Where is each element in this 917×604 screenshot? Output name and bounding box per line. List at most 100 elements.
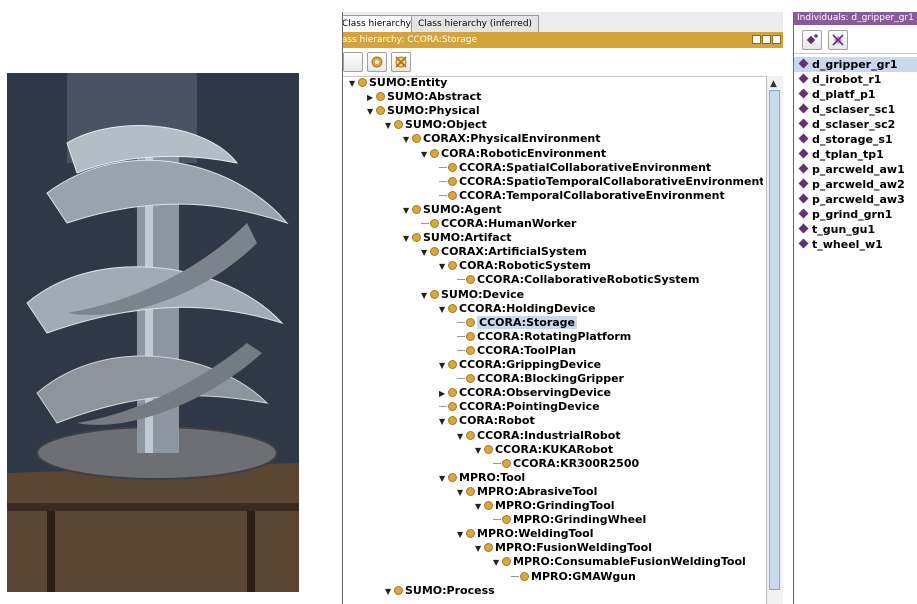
- class-label: CCORA:BlockingGripper: [477, 372, 624, 386]
- class-tree-row[interactable]: ▼ SUMO:Agent: [403, 203, 502, 217]
- class-tree-row[interactable]: ▼ MPRO:AbrasiveTool: [457, 485, 597, 499]
- individual-item[interactable]: p_arcweld_aw3: [794, 192, 917, 207]
- expand-arrow-icon[interactable]: ▼: [475, 542, 483, 556]
- delete-class-button[interactable]: [391, 52, 411, 72]
- class-tree-row[interactable]: CCORA:RotatingPlatform: [457, 330, 631, 344]
- expand-arrow-icon[interactable]: ▼: [475, 444, 483, 458]
- individual-item[interactable]: p_grind_grn1: [794, 207, 917, 222]
- individual-item[interactable]: t_wheel_w1: [794, 237, 917, 252]
- class-tree-row[interactable]: ▼ MPRO:Tool: [439, 471, 525, 485]
- add-sibling-class-button[interactable]: [367, 52, 387, 72]
- class-tree-row[interactable]: ▼ SUMO:Object: [385, 118, 487, 132]
- class-tree-row[interactable]: CCORA:CollaborativeRoboticSystem: [457, 273, 699, 287]
- close-view-icon[interactable]: [772, 35, 781, 44]
- class-tree-row[interactable]: ▶ SUMO:Abstract: [367, 90, 481, 104]
- class-tree-row[interactable]: ▼ MPRO:FusionWeldingTool: [475, 541, 652, 555]
- add-subclass-button[interactable]: [343, 52, 363, 72]
- class-tree-scrollbar[interactable]: ▲: [766, 76, 783, 604]
- class-tree-row[interactable]: ▼ SUMO:Physical: [367, 104, 480, 118]
- expand-arrow-icon[interactable]: ▼: [457, 486, 465, 500]
- expand-arrow-icon[interactable]: ▼: [475, 500, 483, 514]
- expand-arrow-icon[interactable]: ▼: [439, 415, 447, 429]
- class-tree-row[interactable]: ▼ CCORA:KUKARobot: [475, 443, 613, 457]
- class-label: CORA:RoboticEnvironment: [441, 146, 607, 160]
- tab-class-hierarchy-inferred[interactable]: Class hierarchy (inferred): [411, 15, 540, 32]
- individual-item[interactable]: d_storage_s1: [794, 132, 917, 147]
- individual-icon: [798, 238, 809, 249]
- expand-arrow-icon[interactable]: ▼: [439, 260, 447, 274]
- scroll-up-icon[interactable]: ▲: [770, 79, 777, 89]
- class-tree-row[interactable]: ▼ SUMO:Entity: [349, 76, 447, 90]
- class-tree-row[interactable]: ▼ MPRO:GrindingTool: [475, 499, 615, 513]
- collapse-arrow-icon[interactable]: ▶: [367, 91, 375, 105]
- expand-arrow-icon[interactable]: ▼: [385, 585, 393, 599]
- individual-icon: [798, 73, 809, 84]
- collapse-arrow-icon[interactable]: ▶: [439, 387, 447, 401]
- class-tree-row[interactable]: CCORA:KR300R2500: [493, 457, 639, 471]
- class-tree-row[interactable]: MPRO:GMAWgun: [511, 570, 636, 584]
- individual-item[interactable]: d_sclaser_sc2: [794, 117, 917, 132]
- class-tree-row[interactable]: ▼ CORA:Robot: [439, 414, 535, 428]
- expand-arrow-icon[interactable]: ▼: [439, 472, 447, 486]
- class-tree-row[interactable]: CCORA:ToolPlan: [457, 344, 576, 358]
- individual-item[interactable]: t_gun_gu1: [794, 222, 917, 237]
- class-icon: [502, 515, 511, 525]
- expand-arrow-icon[interactable]: ▼: [439, 359, 447, 373]
- expand-arrow-icon[interactable]: ▼: [367, 105, 375, 119]
- expand-arrow-icon[interactable]: ▼: [457, 430, 465, 444]
- delete-individual-button[interactable]: [828, 30, 848, 50]
- class-label: MPRO:GrindingTool: [495, 499, 615, 512]
- expand-arrow-icon[interactable]: ▼: [349, 77, 357, 91]
- expand-arrow-icon[interactable]: ▼: [421, 289, 429, 303]
- add-individual-button[interactable]: [802, 30, 822, 50]
- class-tree-row[interactable]: ▼ CCORA:GrippingDevice: [439, 358, 601, 372]
- class-tree-row[interactable]: CCORA:BlockingGripper: [457, 372, 624, 386]
- class-tree-row[interactable]: CCORA:HumanWorker: [421, 217, 576, 231]
- expand-arrow-icon[interactable]: ▼: [493, 556, 501, 570]
- scrollbar-thumb[interactable]: [769, 90, 780, 590]
- expand-arrow-icon[interactable]: ▼: [403, 204, 411, 218]
- class-tree-row[interactable]: ▼ SUMO:Artifact: [403, 231, 512, 245]
- individual-icon: [798, 58, 809, 69]
- individual-item[interactable]: d_sclaser_sc1: [794, 102, 917, 117]
- class-tree-row[interactable]: ▼ SUMO:Process: [385, 584, 495, 598]
- individual-item[interactable]: p_arcweld_aw2: [794, 177, 917, 192]
- class-tree-row[interactable]: CCORA:TemporalCollaborativeEnvironment: [439, 189, 725, 203]
- maximize-view-icon[interactable]: [762, 35, 771, 44]
- class-tree-row[interactable]: ▼ MPRO:ConsumableFusionWeldingTool: [493, 555, 746, 569]
- class-tree-row[interactable]: MPRO:GrindingWheel: [493, 513, 646, 527]
- class-tree-row[interactable]: CCORA:SpatialCollaborativeEnvironment: [439, 161, 711, 175]
- class-icon: [412, 134, 421, 144]
- class-tree-row[interactable]: CCORA:Storage: [457, 315, 578, 330]
- individual-item[interactable]: d_tplan_tp1: [794, 147, 917, 162]
- class-tree-row[interactable]: CCORA:SpatioTemporalCollaborativeEnviron…: [439, 175, 763, 189]
- individual-item[interactable]: d_irobot_r1: [794, 72, 917, 87]
- class-tree-row[interactable]: ▶ CCORA:ObservingDevice: [439, 386, 611, 400]
- individual-item[interactable]: p_arcweld_aw1: [794, 162, 917, 177]
- individual-item[interactable]: d_platf_p1: [794, 87, 917, 102]
- expand-arrow-icon[interactable]: ▼: [421, 148, 429, 162]
- class-tree-row[interactable]: ▼ CCORA:HoldingDevice: [439, 302, 595, 316]
- expand-arrow-icon[interactable]: ▼: [403, 232, 411, 246]
- class-label: CCORA:ObservingDevice: [459, 386, 611, 400]
- expand-arrow-icon[interactable]: ▼: [439, 303, 447, 317]
- individual-item[interactable]: d_gripper_gr1: [794, 57, 917, 72]
- expand-arrow-icon[interactable]: ▼: [457, 528, 465, 542]
- class-tree-row[interactable]: ▼ CORA:RoboticSystem: [439, 259, 591, 273]
- class-tree-row[interactable]: ▼ SUMO:Device: [421, 288, 524, 302]
- class-tree-row[interactable]: ▼ CORA:RoboticEnvironment: [421, 147, 606, 161]
- class-hierarchy-header: Class hierarchy: CCORA:Storage: [343, 32, 783, 48]
- expand-arrow-icon[interactable]: ▼: [385, 119, 393, 133]
- tree-connector: [439, 406, 447, 408]
- class-tree-row[interactable]: ▼ CORAX:ArtificialSystem: [421, 245, 587, 259]
- class-tree-row[interactable]: ▼ CORAX:PhysicalEnvironment: [403, 132, 601, 146]
- pin-view-icon[interactable]: [752, 35, 761, 44]
- class-tree-row[interactable]: ▼ CCORA:IndustrialRobot: [457, 429, 621, 443]
- class-tree-row[interactable]: CCORA:PointingDevice: [439, 400, 600, 414]
- expand-arrow-icon[interactable]: ▼: [421, 246, 429, 260]
- class-tree-row[interactable]: ▼ MPRO:WeldingTool: [457, 527, 593, 541]
- class-icon: [448, 402, 457, 412]
- tab-class-hierarchy[interactable]: Class hierarchy: [343, 15, 418, 32]
- class-label: CCORA:KUKARobot: [495, 442, 614, 456]
- expand-arrow-icon[interactable]: ▼: [403, 133, 411, 147]
